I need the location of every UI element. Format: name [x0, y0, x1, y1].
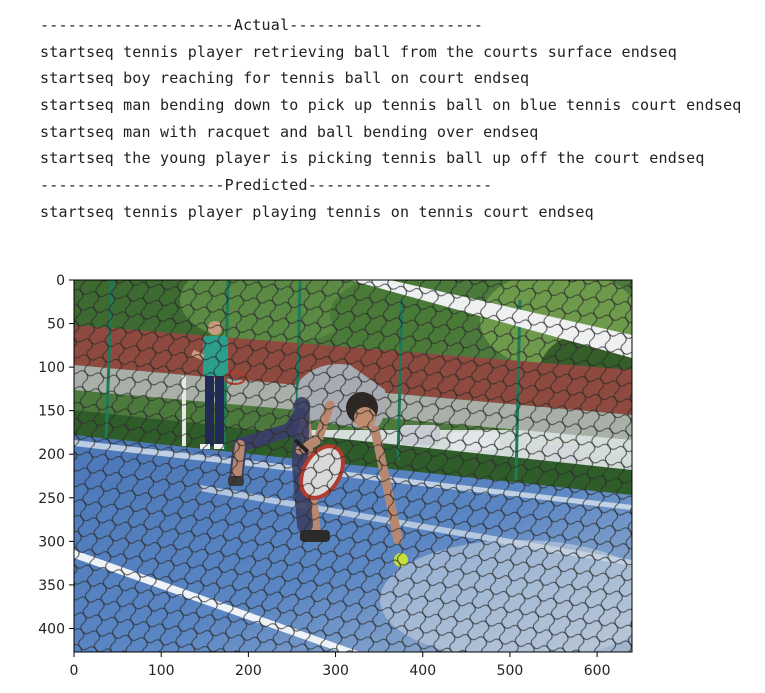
y-tick-label: 100: [38, 360, 65, 376]
predicted-caption: startseq tennis player playing tennis on…: [40, 202, 594, 221]
x-tick-label: 500: [497, 663, 524, 679]
x-tick-label: 400: [409, 663, 436, 679]
actual-caption-3: startseq man bending down to pick up ten…: [40, 96, 742, 115]
y-tick-label: 0: [56, 273, 65, 289]
y-tick-label: 350: [38, 578, 65, 594]
actual-caption-4: startseq man with racquet and ball bendi…: [40, 122, 539, 141]
tennis-photo: [74, 280, 632, 652]
x-tick-label: 600: [584, 663, 611, 679]
predicted-separator: --------------------Predicted-----------…: [40, 176, 493, 195]
matplotlib-imshow-figure: 0 100 200 300 400 500 600 0 50 100 150 200 250 300 35…: [38, 273, 633, 679]
y-tick-label: 250: [38, 491, 65, 507]
y-tick-label: 200: [38, 447, 65, 463]
x-tick-label: 300: [322, 663, 349, 679]
y-tick-label: 50: [47, 317, 65, 333]
x-tick-label: 0: [70, 663, 79, 679]
x-tick-label: 100: [148, 663, 175, 679]
actual-caption-5: startseq the young player is picking ten…: [40, 149, 705, 168]
y-tick-label: 150: [38, 404, 65, 420]
cell-output-text: ---------------------Actual-------------…: [40, 12, 765, 226]
x-axis: 0 100 200 300 400 500 600: [70, 652, 611, 679]
y-tick-label: 300: [38, 534, 65, 550]
actual-separator: ---------------------Actual-------------…: [40, 16, 484, 34]
image-figure: 0 100 200 300 400 500 600 0 50 100 150 200 250 300 35…: [0, 240, 765, 689]
actual-caption-1: startseq tennis player retrieving ball f…: [40, 42, 677, 61]
net-mesh: [74, 280, 632, 652]
x-tick-label: 200: [235, 663, 262, 679]
actual-caption-2: startseq boy reaching for tennis ball on…: [40, 69, 530, 88]
y-tick-label: 400: [38, 621, 65, 637]
y-axis: 0 50 100 150 200 250 300 350 400: [38, 273, 74, 637]
